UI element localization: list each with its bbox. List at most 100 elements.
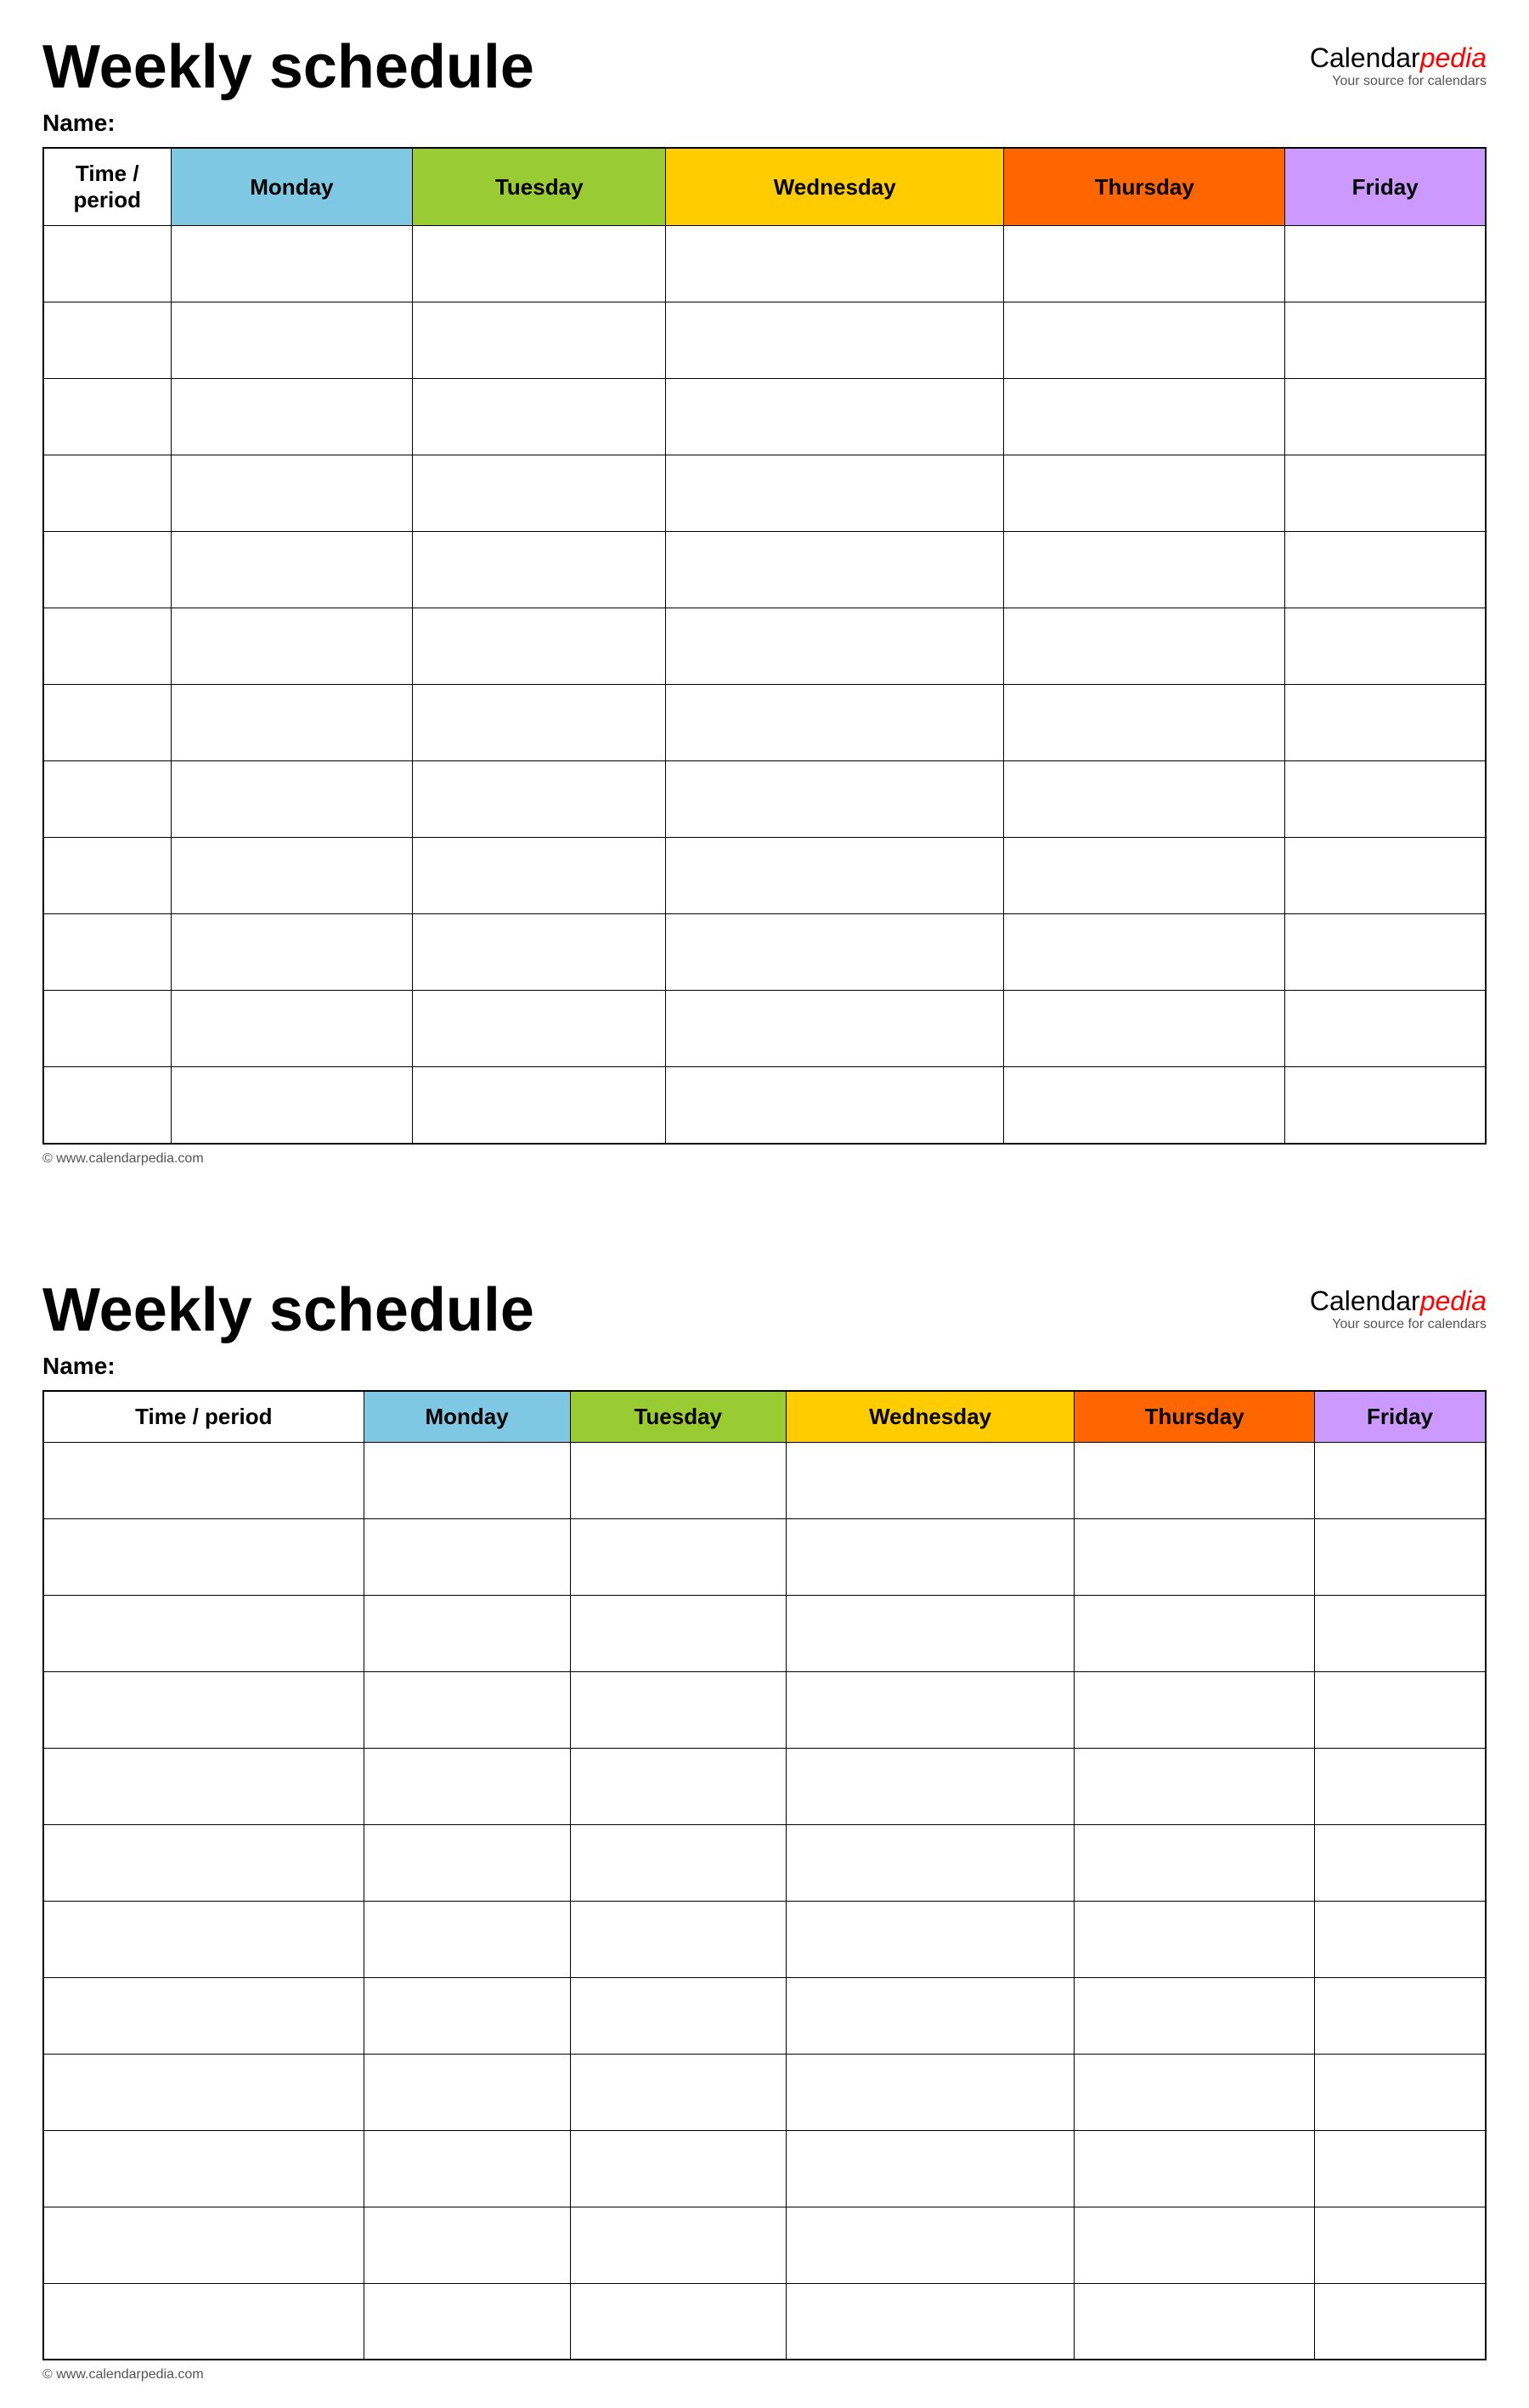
table-cell[interactable] <box>43 1518 364 1595</box>
table-cell[interactable] <box>1004 532 1285 608</box>
table-cell[interactable] <box>1285 226 1486 302</box>
table-cell[interactable] <box>43 455 171 532</box>
table-cell[interactable] <box>786 1442 1075 1518</box>
table-cell[interactable] <box>1075 1595 1315 1671</box>
table-cell[interactable] <box>570 1977 786 2054</box>
table-cell[interactable] <box>1285 914 1486 991</box>
table-cell[interactable] <box>570 1442 786 1518</box>
table-cell[interactable] <box>413 379 666 455</box>
table-cell[interactable] <box>364 1671 570 1748</box>
table-cell[interactable] <box>666 838 1004 914</box>
table-cell[interactable] <box>413 838 666 914</box>
table-cell[interactable] <box>570 1595 786 1671</box>
table-cell[interactable] <box>171 608 413 685</box>
table-cell[interactable] <box>666 914 1004 991</box>
table-cell[interactable] <box>413 1067 666 1144</box>
table-cell[interactable] <box>43 2054 364 2130</box>
table-cell[interactable] <box>1315 1595 1487 1671</box>
table-cell[interactable] <box>1004 914 1285 991</box>
table-cell[interactable] <box>1004 1067 1285 1144</box>
table-cell[interactable] <box>1285 685 1486 761</box>
table-cell[interactable] <box>43 1748 364 1824</box>
table-cell[interactable] <box>786 1595 1075 1671</box>
table-cell[interactable] <box>1315 2283 1487 2360</box>
table-cell[interactable] <box>364 1824 570 1901</box>
table-cell[interactable] <box>1075 1442 1315 1518</box>
table-cell[interactable] <box>786 1901 1075 1977</box>
table-cell[interactable] <box>171 532 413 608</box>
table-cell[interactable] <box>364 2054 570 2130</box>
table-cell[interactable] <box>413 302 666 379</box>
table-cell[interactable] <box>1075 1901 1315 1977</box>
table-cell[interactable] <box>1285 379 1486 455</box>
table-cell[interactable] <box>786 1824 1075 1901</box>
table-cell[interactable] <box>171 761 413 838</box>
table-cell[interactable] <box>1004 608 1285 685</box>
table-cell[interactable] <box>413 761 666 838</box>
table-cell[interactable] <box>364 2283 570 2360</box>
table-cell[interactable] <box>43 1067 171 1144</box>
table-cell[interactable] <box>1075 2130 1315 2207</box>
table-cell[interactable] <box>413 991 666 1067</box>
table-cell[interactable] <box>43 1824 364 1901</box>
table-cell[interactable] <box>1075 1518 1315 1595</box>
table-cell[interactable] <box>364 1901 570 1977</box>
table-cell[interactable] <box>171 914 413 991</box>
table-cell[interactable] <box>1004 379 1285 455</box>
table-cell[interactable] <box>364 1442 570 1518</box>
table-cell[interactable] <box>1315 1977 1487 2054</box>
table-cell[interactable] <box>1285 455 1486 532</box>
table-cell[interactable] <box>1285 302 1486 379</box>
table-cell[interactable] <box>43 991 171 1067</box>
table-cell[interactable] <box>1075 2283 1315 2360</box>
table-cell[interactable] <box>413 914 666 991</box>
table-cell[interactable] <box>1315 1442 1487 1518</box>
table-cell[interactable] <box>171 1067 413 1144</box>
table-cell[interactable] <box>1075 1824 1315 1901</box>
table-cell[interactable] <box>570 1748 786 1824</box>
table-cell[interactable] <box>1315 2130 1487 2207</box>
table-cell[interactable] <box>570 1901 786 1977</box>
table-cell[interactable] <box>1075 2207 1315 2283</box>
table-cell[interactable] <box>43 838 171 914</box>
table-cell[interactable] <box>666 608 1004 685</box>
table-cell[interactable] <box>786 2130 1075 2207</box>
table-cell[interactable] <box>1004 991 1285 1067</box>
table-cell[interactable] <box>786 2207 1075 2283</box>
table-cell[interactable] <box>1075 1671 1315 1748</box>
table-cell[interactable] <box>786 1671 1075 1748</box>
table-cell[interactable] <box>570 1518 786 1595</box>
table-cell[interactable] <box>1285 608 1486 685</box>
table-cell[interactable] <box>786 1748 1075 1824</box>
table-cell[interactable] <box>171 455 413 532</box>
table-cell[interactable] <box>570 2283 786 2360</box>
table-cell[interactable] <box>171 226 413 302</box>
table-cell[interactable] <box>570 1671 786 1748</box>
table-cell[interactable] <box>171 302 413 379</box>
table-cell[interactable] <box>666 685 1004 761</box>
table-cell[interactable] <box>43 1901 364 1977</box>
table-cell[interactable] <box>1004 226 1285 302</box>
table-cell[interactable] <box>1075 1748 1315 1824</box>
table-cell[interactable] <box>43 1442 364 1518</box>
table-cell[interactable] <box>786 1518 1075 1595</box>
table-cell[interactable] <box>666 302 1004 379</box>
table-cell[interactable] <box>666 226 1004 302</box>
table-cell[interactable] <box>666 532 1004 608</box>
table-cell[interactable] <box>570 2054 786 2130</box>
table-cell[interactable] <box>786 2283 1075 2360</box>
table-cell[interactable] <box>43 2207 364 2283</box>
table-cell[interactable] <box>666 455 1004 532</box>
table-cell[interactable] <box>1315 1748 1487 1824</box>
table-cell[interactable] <box>171 685 413 761</box>
table-cell[interactable] <box>570 2130 786 2207</box>
table-cell[interactable] <box>43 532 171 608</box>
table-cell[interactable] <box>413 685 666 761</box>
table-cell[interactable] <box>364 1518 570 1595</box>
table-cell[interactable] <box>666 1067 1004 1144</box>
table-cell[interactable] <box>1315 1518 1487 1595</box>
table-cell[interactable] <box>43 2283 364 2360</box>
table-cell[interactable] <box>1285 838 1486 914</box>
table-cell[interactable] <box>1285 532 1486 608</box>
table-cell[interactable] <box>1285 1067 1486 1144</box>
